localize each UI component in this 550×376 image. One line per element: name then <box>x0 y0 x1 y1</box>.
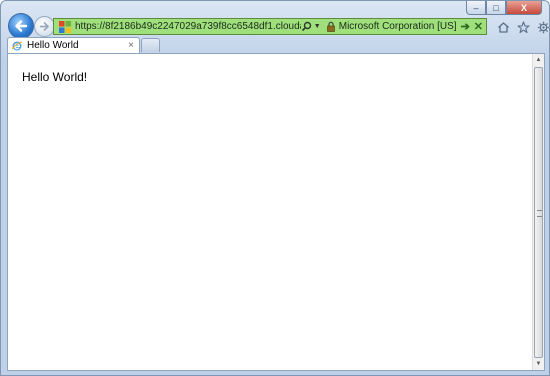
lock-icon[interactable] <box>326 21 335 32</box>
forward-button[interactable] <box>34 16 55 37</box>
tab-title: Hello World <box>27 40 79 51</box>
chevron-down-icon[interactable]: ▼ <box>314 23 321 30</box>
windows-logo-icon <box>58 20 72 34</box>
gear-icon[interactable] <box>535 19 549 35</box>
star-icon[interactable] <box>515 19 531 35</box>
refresh-icon[interactable]: ➔ <box>461 20 470 33</box>
scroll-up-arrow-icon[interactable]: ▲ <box>533 54 544 66</box>
back-arrow-icon <box>15 20 28 32</box>
page-content: Hello World! ▲ ▼ <box>7 53 545 371</box>
tab-hello-world[interactable]: Hello World × <box>7 37 140 53</box>
minimize-button[interactable]: – <box>466 1 486 15</box>
certificate-label[interactable]: Microsoft Corporation [US] <box>339 21 457 32</box>
close-tab-button[interactable]: × <box>128 40 134 51</box>
new-tab-button[interactable] <box>141 38 160 52</box>
stop-icon[interactable]: ✕ <box>474 20 483 33</box>
url-text[interactable]: https://8f2186b49c2247029a739f8cc6548df1… <box>75 21 301 32</box>
home-icon[interactable] <box>495 19 511 35</box>
command-icons <box>495 19 549 35</box>
ie-page-icon <box>11 40 23 52</box>
scroll-down-arrow-icon[interactable]: ▼ <box>533 358 544 370</box>
close-window-button[interactable]: X <box>506 1 542 15</box>
search-icon[interactable] <box>301 21 312 32</box>
scroll-thumb[interactable] <box>534 67 543 358</box>
scroll-grip <box>537 209 542 217</box>
vertical-scrollbar[interactable]: ▲ ▼ <box>532 54 544 370</box>
page-heading: Hello World! <box>22 70 88 84</box>
maximize-button[interactable]: □ <box>486 1 506 15</box>
forward-arrow-icon <box>39 22 49 31</box>
window-caption-buttons: – □ X <box>466 1 542 15</box>
browser-window: – □ X https://8f2186b49c2247029a739f8cc6… <box>0 0 550 376</box>
back-button[interactable] <box>8 13 34 39</box>
address-bar[interactable]: https://8f2186b49c2247029a739f8cc6548df1… <box>53 18 487 35</box>
